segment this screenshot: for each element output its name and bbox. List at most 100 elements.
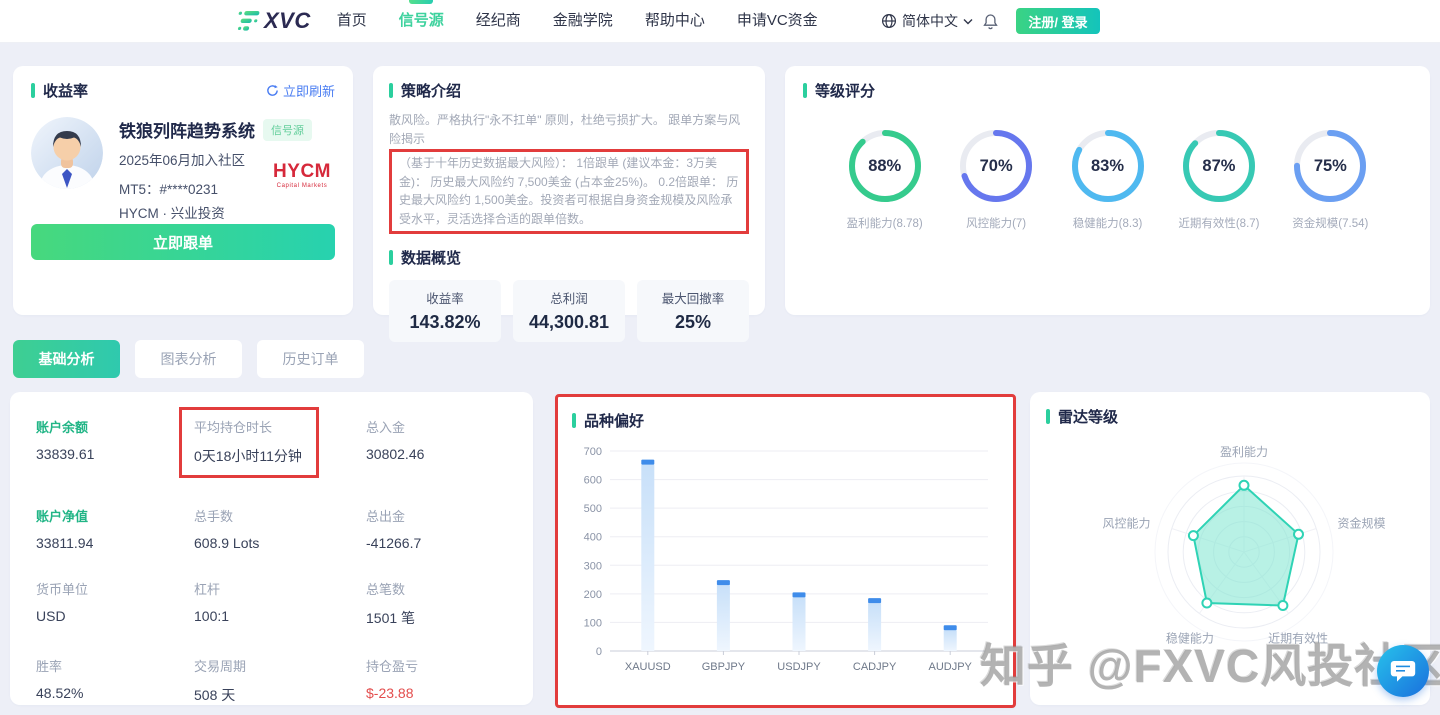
rating-ring: 88%盈利能力(8.78) (829, 127, 940, 231)
svg-text:200: 200 (584, 589, 602, 601)
account-field: 杠杆100:1 (194, 579, 366, 628)
ring-percent: 88% (846, 127, 924, 205)
profit-card-header: 收益率 立即刷新 (31, 80, 335, 101)
stat-value: 25% (675, 312, 711, 333)
refresh-link[interactable]: 立即刷新 (266, 81, 335, 100)
logo-text: XVC (264, 8, 311, 34)
tab-history-orders[interactable]: 历史订单 (257, 340, 364, 378)
nav-right: 简体中文 注册/ 登录 (881, 0, 1100, 42)
rating-ring: 75%资金规模(7.54) (1275, 127, 1386, 231)
data-overview-header: 数据概览 (389, 247, 749, 268)
ring-percent: 70% (957, 127, 1035, 205)
account-field-value: 33839.61 (36, 446, 194, 462)
signup-login-button[interactable]: 注册/ 登录 (1016, 8, 1100, 34)
tab-chart-analysis[interactable]: 图表分析 (135, 340, 242, 378)
account-field-label: 账户净值 (36, 506, 194, 525)
account-field-label: 账户余额 (36, 417, 194, 436)
signal-source-badge: 信号源 (263, 119, 312, 141)
rating-ring: 87%近期有效性(8.7) (1163, 127, 1274, 231)
account-field-label: 交易周期 (194, 656, 366, 675)
rating-ring: 70% 风控能力(7) (940, 127, 1051, 231)
symbol-preference-card: 品种偏好 0100200300400500600700XAUUSDGBPJPYU… (555, 394, 1016, 708)
account-field: 持仓盈亏 $-23.88 (366, 656, 533, 705)
nav-item-signals[interactable]: 信号源 (399, 0, 444, 42)
account-field: 账户余额 33839.61 (36, 417, 194, 478)
symbol-preference-bar-chart: 0100200300400500600700XAUUSDGBPJPYUSDJPY… (572, 439, 996, 687)
page: XVC 首页 信号源 经纪商 金融学院 帮助中心 申请VC资金 简体中文 (0, 0, 1440, 715)
language-selector[interactable]: 简体中文 (881, 11, 973, 31)
nav-item-home[interactable]: 首页 (337, 0, 367, 42)
globe-icon (881, 13, 897, 29)
svg-text:资金规模: 资金规模 (1337, 516, 1385, 531)
account-field-value: 30802.46 (366, 446, 533, 462)
nav-item-apply-funds[interactable]: 申请VC资金 (737, 0, 818, 42)
svg-text:XAUUSD: XAUUSD (625, 661, 671, 673)
account-field-label: 货币单位 (36, 579, 194, 598)
chat-bubble-icon (1389, 658, 1417, 684)
account-field-value: -41266.7 (366, 535, 533, 551)
ring-graphic: 88% (846, 127, 924, 205)
overview-stats-row: 收益率143.82%总利润44,300.81 最大回撤率 25% (389, 280, 749, 342)
strategy-risk-highlight-box: （基于十年历史数据最大风险）： 1倍跟单 (建议本金：3万美金)： 历史最大风险… (389, 149, 749, 233)
account-field: 总入金 30802.46 (366, 417, 533, 478)
account-field-value: 608.9 Lots (194, 535, 366, 551)
nav-item-help[interactable]: 帮助中心 (645, 0, 705, 42)
analysis-tabs: 基础分析 图表分析 历史订单 (13, 340, 364, 378)
rating-card-title: 等级评分 (815, 80, 875, 101)
account-field-label: 总手数 (194, 506, 366, 525)
account-field: 总出金-41266.7 (366, 506, 533, 551)
account-field-value: 1501 笔 (366, 608, 533, 628)
account-info-card: 账户余额 33839.61平均持仓时长 0天18小时11分钟 总入金 30802.46 账… (10, 392, 533, 705)
navbar: XVC 首页 信号源 经纪商 金融学院 帮助中心 申请VC资金 简体中文 (0, 0, 1440, 43)
stat-box: 总利润44,300.81 (513, 280, 625, 342)
refresh-label: 立即刷新 (283, 81, 335, 100)
header-accent-bar (803, 83, 807, 98)
account-field: 总手数 608.9 Lots (194, 506, 366, 551)
nav-item-brokers[interactable]: 经纪商 (476, 0, 521, 42)
ring-percent: 75% (1291, 127, 1369, 205)
account-field-value: 0天18小时11分钟 (194, 446, 302, 466)
account-info-grid: 账户余额 33839.61平均持仓时长 0天18小时11分钟 总入金 30802.46 账… (10, 392, 533, 705)
account-field-value: 48.52% (36, 685, 194, 701)
stat-value: 143.82% (409, 312, 480, 333)
radar-card-header: 雷达等级 (1046, 406, 1414, 427)
signal-name: 铁狼列阵趋势系统 (119, 117, 255, 142)
highlight-box: 平均持仓时长 0天18小时11分钟 (179, 407, 319, 478)
account-field: 胜率48.52% (36, 656, 194, 705)
profit-card-title: 收益率 (43, 80, 88, 101)
broker-name: HYCM · 兴业投资 (119, 202, 312, 222)
tab-basic-analysis[interactable]: 基础分析 (13, 340, 120, 378)
svg-text:GBPJPY: GBPJPY (702, 661, 746, 673)
language-label: 简体中文 (902, 11, 958, 31)
stat-label: 最大回撤率 (662, 288, 725, 307)
svg-text:风控能力: 风控能力 (1102, 517, 1150, 531)
account-field: 总笔数1501 笔 (366, 579, 533, 628)
account-field-value: $-23.88 (366, 685, 533, 701)
svg-text:CADJPY: CADJPY (853, 661, 897, 673)
nav-item-academy[interactable]: 金融学院 (553, 0, 613, 42)
svg-text:500: 500 (584, 503, 602, 515)
bell-icon[interactable] (983, 13, 998, 30)
ring-graphic: 87% (1180, 127, 1258, 205)
symbol-preference-title: 品种偏好 (584, 410, 644, 431)
watermark: 知乎 @FXVC风投社区 (980, 630, 1440, 696)
stat-box: 收益率143.82% (389, 280, 501, 342)
follow-now-button[interactable]: 立即跟单 (31, 224, 335, 260)
fxvc-logo[interactable]: XVC (237, 8, 311, 34)
ring-label: 风控能力(7) (940, 215, 1051, 231)
chat-button[interactable] (1377, 645, 1429, 697)
header-accent-bar (572, 413, 576, 428)
radar-card-title: 雷达等级 (1058, 406, 1118, 427)
ring-graphic: 70% (957, 127, 1035, 205)
ring-label: 稳健能力(8.3) (1052, 215, 1163, 231)
rating-card: 等级评分 88%盈利能力(8.78)70%风控能力(7)83%稳健能力(8.3)… (785, 66, 1430, 315)
rating-rings-row: 88%盈利能力(8.78)70%风控能力(7)83%稳健能力(8.3)87%近期… (803, 127, 1412, 231)
account-field: 账户净值33811.94 (36, 506, 194, 551)
account-field-value: 508 天 (194, 685, 366, 705)
account-field-label: 平均持仓时长 (194, 417, 302, 436)
header-accent-bar (31, 83, 35, 98)
ring-percent: 87% (1180, 127, 1258, 205)
account-field-label: 持仓盈亏 (366, 656, 533, 675)
svg-text:100: 100 (584, 617, 602, 629)
account-field-label: 总入金 (366, 417, 533, 436)
